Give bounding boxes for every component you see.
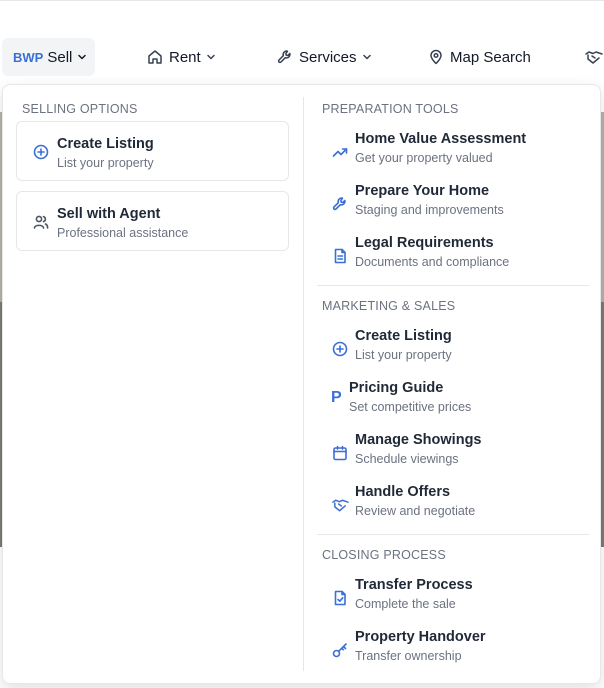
option-subtitle: List your property <box>57 156 154 170</box>
menu-item-title: Handle Offers <box>355 484 451 500</box>
menu-item-title: Create Listing <box>355 328 452 344</box>
column-divider <box>303 97 304 671</box>
top-border <box>0 0 604 1</box>
section-divider <box>317 285 589 286</box>
section-title-selling-options: SELLING OPTIONS <box>22 102 138 116</box>
menu-item-manage-showings[interactable]: Manage Showings Schedule viewings <box>323 431 583 475</box>
menu-item-subtitle: Staging and improvements <box>355 203 504 217</box>
map-pin-icon <box>428 49 444 65</box>
menu-item-title: Transfer Process <box>355 577 473 593</box>
option-title: Create Listing <box>57 136 154 152</box>
nav-sell-label: Sell <box>47 48 73 66</box>
menu-item-subtitle: Set competitive prices <box>349 400 472 414</box>
section-title-preparation-tools: PREPARATION TOOLS <box>322 102 459 116</box>
menu-item-handle-offers[interactable]: Handle Offers Review and negotiate <box>323 483 583 527</box>
chevron-down-icon <box>362 52 372 62</box>
plus-circle-icon <box>33 144 49 160</box>
nav-map-search[interactable]: Map Search <box>428 38 531 76</box>
section-title-closing-process: CLOSING PROCESS <box>322 548 446 562</box>
menu-item-subtitle: Transfer ownership <box>355 649 462 663</box>
menu-item-legal-requirements[interactable]: Legal Requirements Documents and complia… <box>323 234 583 278</box>
menu-item-title: Home Value Assessment <box>355 131 527 147</box>
menu-item-prepare-your-home[interactable]: Prepare Your Home Staging and improvemen… <box>323 182 583 226</box>
trending-up-icon <box>332 144 348 160</box>
main-nav: BWP Sell Rent Services Map Search <box>0 38 604 76</box>
option-title: Sell with Agent <box>57 206 161 222</box>
calendar-icon <box>332 445 348 461</box>
file-check-icon <box>332 590 348 606</box>
menu-item-transfer-process[interactable]: Transfer Process Complete the sale <box>323 576 583 620</box>
menu-item-title: Legal Requirements <box>355 235 494 251</box>
home-icon <box>147 49 163 65</box>
nav-rent[interactable]: Rent <box>147 38 216 76</box>
handshake-icon <box>585 49 603 65</box>
section-divider <box>317 534 589 535</box>
menu-item-title: Pricing Guide <box>349 380 444 396</box>
menu-item-pricing-guide[interactable]: P Pricing Guide Set competitive prices <box>323 379 583 423</box>
menu-item-property-handover[interactable]: Property Handover Transfer ownership <box>323 628 583 672</box>
document-icon <box>332 248 348 264</box>
menu-item-title: Prepare Your Home <box>355 183 490 199</box>
nav-sell[interactable]: BWP Sell <box>2 38 95 76</box>
menu-item-create-listing[interactable]: Create Listing List your property <box>323 327 583 371</box>
handshake-icon <box>332 497 349 513</box>
plus-circle-icon <box>332 341 348 357</box>
menu-item-subtitle: Get your property valued <box>355 151 493 165</box>
menu-item-subtitle: Complete the sale <box>355 597 456 611</box>
key-icon <box>332 642 348 658</box>
option-sell-with-agent[interactable]: Sell with Agent Professional assistance <box>16 191 289 251</box>
chevron-down-icon <box>77 52 87 62</box>
wrench-icon <box>332 196 348 212</box>
menu-item-title: Property Handover <box>355 629 486 645</box>
menu-item-title: Manage Showings <box>355 432 482 448</box>
p-letter-icon: P <box>331 389 342 406</box>
nav-handshake[interactable] <box>585 38 604 76</box>
nav-services[interactable]: Services <box>277 38 372 76</box>
menu-item-subtitle: Documents and compliance <box>355 255 510 269</box>
menu-item-subtitle: List your property <box>355 348 452 362</box>
option-create-listing[interactable]: Create Listing List your property <box>16 121 289 181</box>
nav-services-label: Services <box>299 48 357 66</box>
menu-item-home-value-assessment[interactable]: Home Value Assessment Get your property … <box>323 130 583 174</box>
chevron-down-icon <box>206 52 216 62</box>
nav-rent-label: Rent <box>169 48 201 66</box>
menu-item-subtitle: Review and negotiate <box>355 504 476 518</box>
brand-logo: BWP <box>13 49 44 65</box>
nav-map-search-label: Map Search <box>450 48 531 66</box>
section-title-marketing-sales: MARKETING & SALES <box>322 299 456 313</box>
option-subtitle: Professional assistance <box>57 226 189 240</box>
sell-dropdown-panel: SELLING OPTIONS Create Listing List your… <box>2 84 601 684</box>
menu-item-subtitle: Schedule viewings <box>355 452 459 466</box>
users-icon <box>33 214 49 230</box>
wrench-icon <box>277 49 293 65</box>
